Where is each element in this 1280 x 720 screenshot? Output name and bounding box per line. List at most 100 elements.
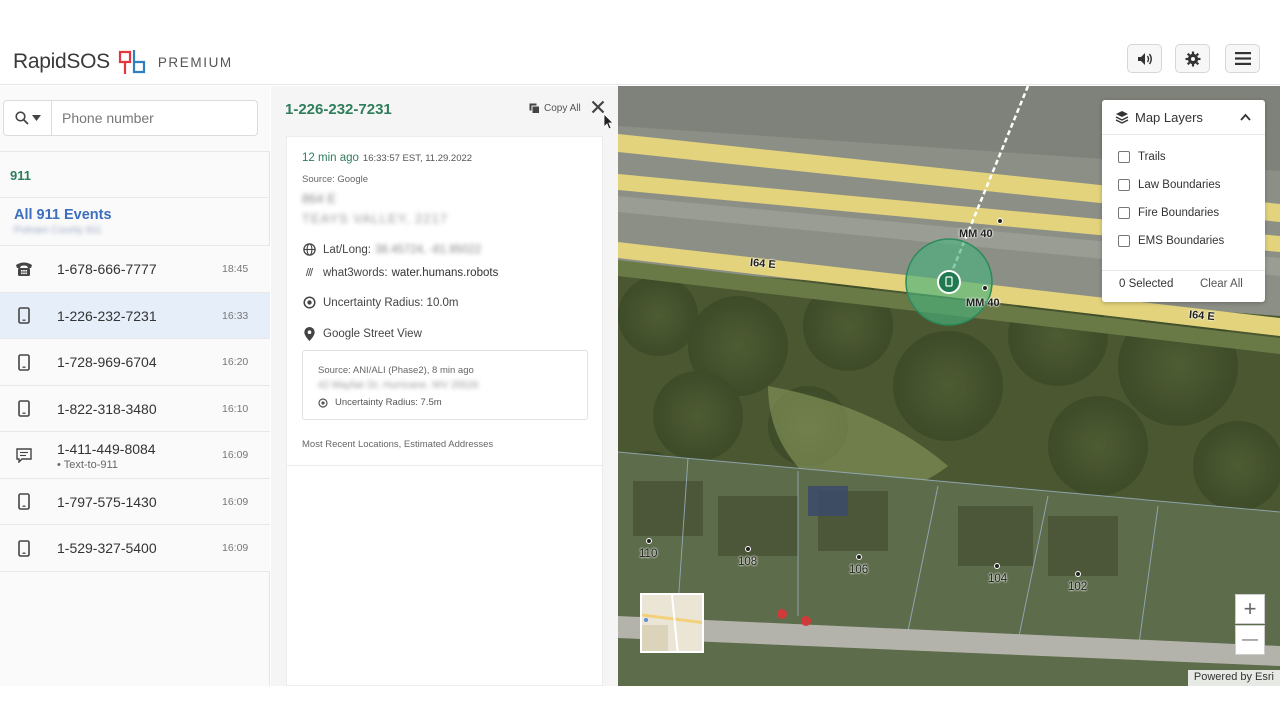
globe-icon [302,243,316,256]
hamburger-menu-icon [1234,52,1251,65]
layer-option-law-boundaries[interactable]: Law Boundaries [1118,179,1220,191]
checkbox[interactable] [1118,235,1130,247]
location-source: Source: Google [302,174,369,185]
settings-icon [1185,51,1200,66]
all-events-title: All 911 Events [14,207,112,223]
search-icon [14,111,29,125]
address-point [1075,571,1081,577]
target-icon [302,296,316,309]
caret-down-icon [31,115,41,121]
logo-tier: PREMIUM [157,54,233,70]
mile-marker-label: MM 40 [966,297,1000,309]
menu-button[interactable] [1225,44,1260,73]
map-layers-header[interactable]: Map Layers [1102,100,1265,135]
layer-label: Fire Boundaries [1138,207,1220,219]
what3words-label: what3words: [323,267,388,279]
all-events-subtitle: Putnam County 911 [14,225,102,236]
settings-button[interactable] [1175,44,1210,73]
house-number: 108 [738,556,758,568]
map-pin-icon [302,327,316,341]
overview-minimap[interactable] [640,593,704,653]
volume-icon [1137,52,1152,65]
latlong-row: Lat/Long: 38.45724, -81.95022 [302,243,481,256]
mobile-phone-icon [15,400,33,418]
layer-label: Law Boundaries [1138,179,1221,191]
top-bar: RapidSOS PREMIUM [0,32,1280,85]
mobile-phone-icon [15,353,33,371]
mouse-cursor-icon [604,114,614,130]
call-time: 18:45 [222,263,249,275]
call-time: 16:10 [222,402,249,415]
latlong-value: 38.45724, -81.95022 [374,243,482,256]
address-point [745,546,751,552]
what3words-row: /// what3words: water.humans.robots [302,267,498,279]
map-layers-title: Map Layers [1135,110,1203,125]
call-number: 1-728-969-6704 [57,354,157,370]
checkbox[interactable] [1118,179,1130,191]
zoom-in-button[interactable]: + [1235,594,1265,624]
address-line-1: 864 E [302,191,336,206]
call-row[interactable]: 1-822-318-3480 16:10 [0,385,270,432]
call-sidebar: 911 All 911 Events Putnam County 911 1-6… [0,86,270,686]
selected-count: 0 Selected [1119,278,1174,290]
copy-all-button[interactable]: Copy All [529,103,581,114]
time-ago-value: 12 min ago [302,152,359,164]
call-row[interactable]: 1-678-666-7777 18:45 [0,246,270,293]
call-row[interactable]: 1-226-232-7231 16:33 [0,292,270,339]
chat-message-icon [15,446,33,464]
all-911-events[interactable]: All 911 Events Putnam County 911 [0,199,270,246]
call-row[interactable]: 1-728-969-6704 16:20 [0,339,270,386]
search-type-dropdown[interactable] [3,100,51,136]
what3words-value[interactable]: water.humans.robots [392,267,499,279]
secondary-uncertainty: Uncertainty Radius: 7.5m [335,397,442,408]
street-view-row[interactable]: Google Street View [302,327,422,341]
time-ago: 12 min ago 16:33:57 EST, 11.29.2022 [302,152,472,164]
copy-icon [529,103,540,114]
layers-footer: 0 Selected Clear All [1102,270,1265,302]
location-card: 12 min ago 16:33:57 EST, 11.29.2022 Sourc… [286,136,604,686]
checkbox[interactable] [1118,207,1130,219]
house-number: 102 [1068,581,1088,593]
call-number: 1-678-666-7777 [57,261,157,277]
call-row[interactable]: 1-411-449-8084 • Text-to-911 16:09 [0,432,270,479]
rapidsos-logo: RapidSOS PREMIUM [13,46,233,78]
phone-search-input[interactable] [51,100,258,136]
google-street-view-link[interactable]: Google Street View [323,328,422,340]
secondary-uncertainty-row: Uncertainty Radius: 7.5m [318,397,442,408]
address-line-2: TEAYS VALLEY, 2217 [302,211,448,226]
landline-phone-icon [15,260,33,278]
copy-all-label: Copy All [544,103,581,114]
call-time: 16:20 [222,356,249,368]
layer-label: EMS Boundaries [1138,235,1225,247]
uncertainty-radius: Uncertainty Radius: 10.0m [323,296,459,309]
layer-option-trails[interactable]: Trails [1118,151,1166,163]
mile-marker-dot [997,218,1003,224]
target-icon [318,397,328,408]
recent-locations-label: Most Recent Locations, Estimated Address… [302,439,494,450]
clear-all-button[interactable]: Clear All [1200,278,1243,290]
logo-text: RapidSOS [13,50,110,73]
call-number: 1-822-318-3480 [57,400,157,417]
mobile-phone-icon [15,493,33,511]
call-time: 16:09 [222,542,249,554]
satellite-map[interactable]: I64 E I64 E MM 40 MM 40 110 108 106 104 … [618,86,1280,686]
checkbox[interactable] [1118,151,1130,163]
mile-marker-dot [982,285,988,291]
layer-option-fire-boundaries[interactable]: Fire Boundaries [1118,207,1219,219]
call-row[interactable]: 1-797-575-1430 16:09 [0,478,270,525]
address-point [646,538,652,544]
volume-button[interactable] [1127,44,1162,73]
layer-option-ems-boundaries[interactable]: EMS Boundaries [1118,235,1224,247]
layer-label: Trails [1138,151,1166,163]
search-bar [0,86,270,152]
mile-marker-label: MM 40 [959,228,993,240]
call-row[interactable]: 1-529-327-5400 16:09 [0,525,270,572]
secondary-source: Source: ANI/ALI (Phase2), 8 min ago [318,365,474,376]
zoom-out-button[interactable]: — [1235,625,1265,655]
chevron-up-icon[interactable] [1240,113,1251,121]
house-number: 106 [849,564,869,576]
call-detail-panel: 1-226-232-7231 Copy All 12 min ago 16:33:… [271,86,618,686]
house-number: 110 [639,548,658,560]
secondary-location-card[interactable]: Source: ANI/ALI (Phase2), 8 min ago 42 M… [302,350,588,420]
rapidsos-mark-icon [118,50,145,74]
